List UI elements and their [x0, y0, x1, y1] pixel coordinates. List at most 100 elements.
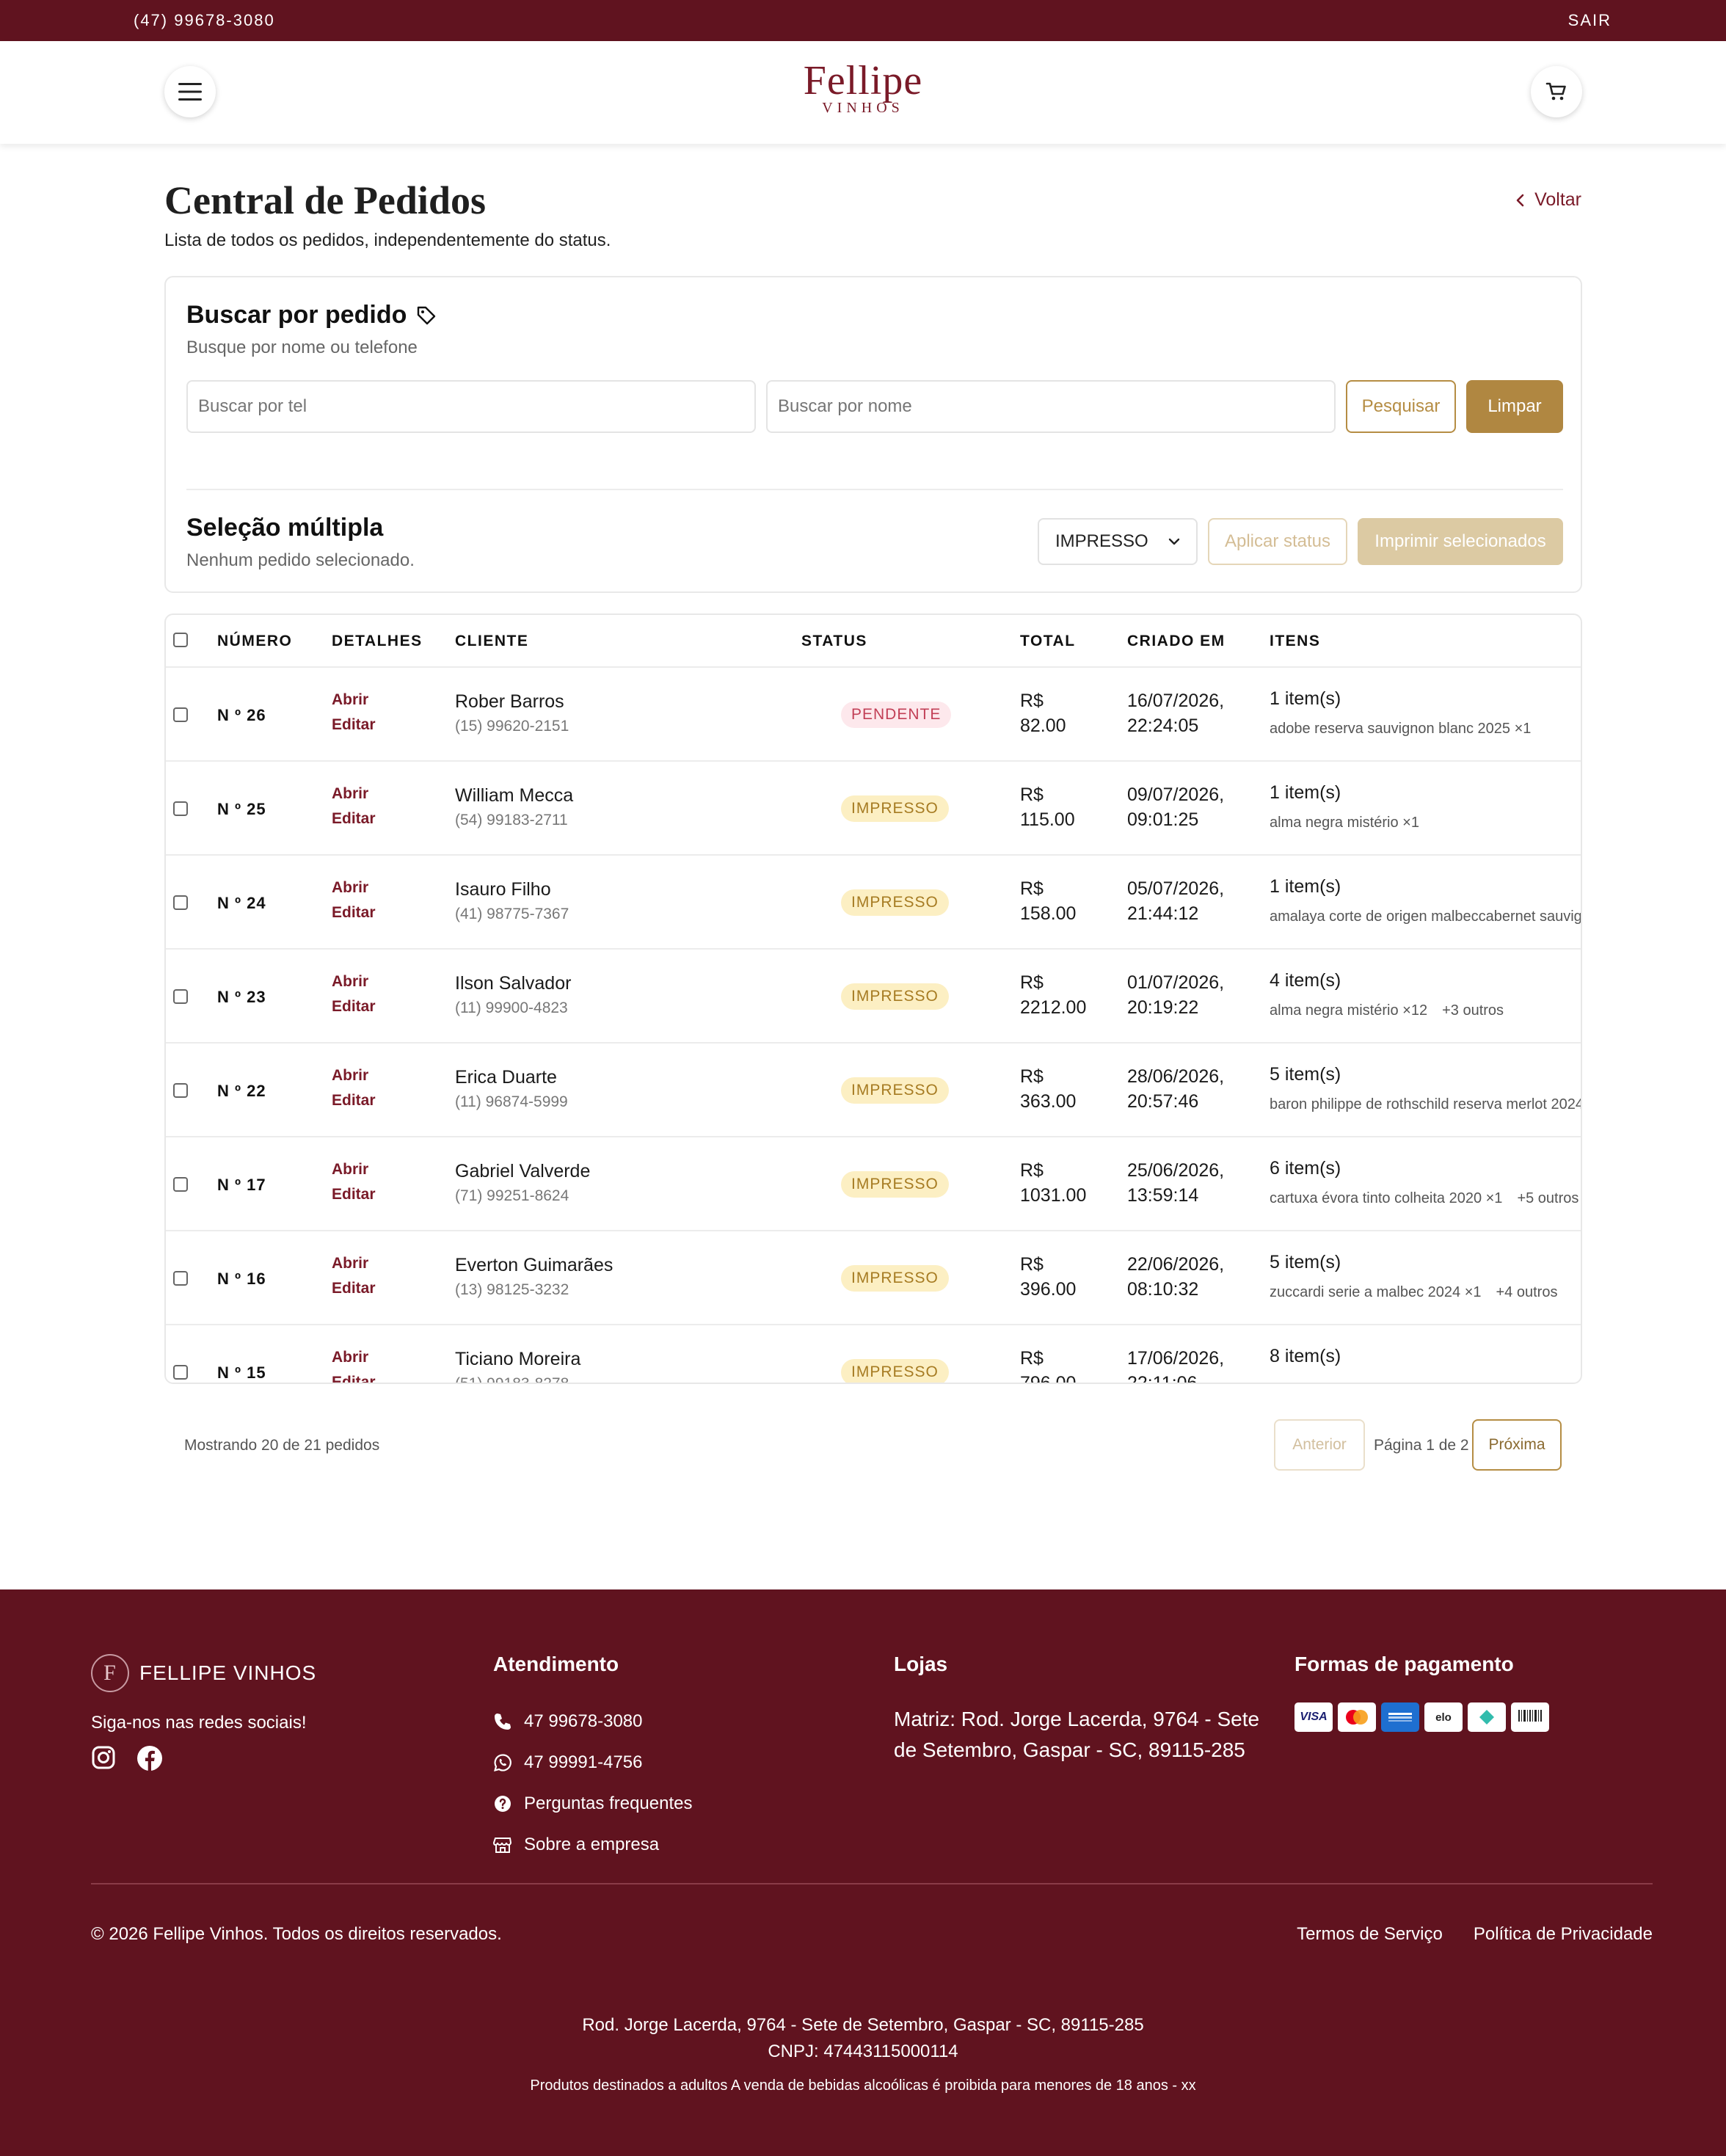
created-date: 05/07/2026,	[1127, 878, 1225, 899]
total-value: 396.00	[1020, 1279, 1077, 1300]
edit-order-link[interactable]: Editar	[332, 1374, 376, 1383]
privacy-link[interactable]: Política de Privacidade	[1474, 1924, 1653, 1945]
item-count: 8 item(s)	[1270, 1346, 1341, 1366]
status-badge: IMPRESSO	[841, 1077, 949, 1104]
created-time: 22:11:06	[1127, 1373, 1198, 1384]
edit-order-link[interactable]: Editar	[332, 1280, 376, 1297]
status-select-value: IMPRESSO	[1055, 531, 1148, 551]
page-title: Central de Pedidos	[164, 178, 486, 222]
edit-order-link[interactable]: Editar	[332, 716, 376, 734]
edit-order-link[interactable]: Editar	[332, 1186, 376, 1203]
row-checkbox[interactable]	[173, 1271, 188, 1286]
select-all-checkbox[interactable]	[173, 633, 188, 647]
client-name: Rober Barros	[455, 691, 564, 712]
search-title-text: Buscar por pedido	[186, 301, 407, 329]
client-name: Isauro Filho	[455, 879, 551, 900]
search-button[interactable]: Pesquisar	[1346, 380, 1456, 433]
row-checkbox[interactable]	[173, 1177, 188, 1192]
client-name: Ilson Salvador	[455, 973, 572, 994]
service-about[interactable]: Sobre a empresa	[493, 1824, 693, 1865]
client-name: Erica Duarte	[455, 1067, 557, 1088]
multi-select-title: Seleção múltipla	[186, 514, 384, 542]
item-first: zuccardi serie a malbec 2024 ×1	[1270, 1284, 1482, 1300]
phone-search-input[interactable]	[186, 380, 756, 433]
row-checkbox[interactable]	[173, 1083, 188, 1098]
created-time: 09:01:25	[1127, 809, 1199, 830]
print-selected-button[interactable]: Imprimir selecionados	[1358, 518, 1563, 565]
logout-link[interactable]: SAIR	[1568, 11, 1612, 30]
previous-page-button[interactable]: Anterior	[1274, 1419, 1365, 1471]
payment-title: Formas de pagamento	[1294, 1653, 1514, 1675]
apply-status-button[interactable]: Aplicar status	[1208, 518, 1347, 565]
created-date: 28/06/2026,	[1127, 1066, 1225, 1087]
item-first: adobe reserva sauvignon blanc 2025 ×1	[1270, 721, 1532, 737]
service-phone[interactable]: 47 99678-3080	[493, 1701, 693, 1742]
elo-label: elo	[1435, 1711, 1452, 1724]
open-order-link[interactable]: Abrir	[332, 785, 368, 803]
header-total: TOTAL	[1020, 633, 1076, 649]
order-number: N º 23	[217, 988, 266, 1006]
elo-icon: elo	[1424, 1702, 1463, 1732]
back-link[interactable]: Voltar	[1515, 189, 1581, 211]
topbar-phone: (47) 99678-3080	[134, 11, 275, 29]
footer-brand[interactable]: F FELLIPE VINHOS	[91, 1654, 316, 1692]
terms-link[interactable]: Termos de Serviço	[1297, 1924, 1443, 1945]
service-title: Atendimento	[493, 1653, 619, 1675]
phone-icon	[495, 1713, 511, 1730]
table-row: N º 25 Abrir Editar William Mecca (54) 99183…	[166, 762, 1581, 856]
menu-icon	[178, 83, 202, 101]
item-count: 5 item(s)	[1270, 1064, 1341, 1085]
tag-icon	[418, 306, 436, 324]
order-number: N º 17	[217, 1176, 266, 1194]
order-total: R$ 396.00	[1020, 1252, 1076, 1302]
service-whatsapp[interactable]: 47 99991-4756	[493, 1742, 693, 1783]
service-faq[interactable]: Perguntas frequentes	[493, 1783, 693, 1824]
open-order-link[interactable]: Abrir	[332, 1255, 368, 1272]
row-checkbox[interactable]	[173, 707, 188, 722]
client-phone: (15) 99620-2151	[455, 718, 569, 735]
edit-order-link[interactable]: Editar	[332, 904, 376, 922]
order-total: R$ 158.00	[1020, 876, 1076, 926]
facebook-icon[interactable]	[136, 1745, 163, 1771]
open-order-link[interactable]: Abrir	[332, 1161, 368, 1179]
item-more: +3 outros	[1442, 1002, 1504, 1019]
item-count: 6 item(s)	[1270, 1158, 1341, 1179]
order-created: 28/06/2026, 20:57:46	[1127, 1064, 1224, 1114]
instagram-icon[interactable]	[91, 1745, 116, 1770]
edit-order-link[interactable]: Editar	[332, 1092, 376, 1110]
row-checkbox[interactable]	[173, 989, 188, 1004]
total-value: 2212.00	[1020, 997, 1087, 1018]
item-first: cartuxa évora tinto colheita 2020 ×1	[1270, 1190, 1503, 1206]
created-time: 21:44:12	[1127, 903, 1199, 924]
open-order-link[interactable]: Abrir	[332, 973, 368, 991]
mastercard-icon	[1338, 1702, 1376, 1732]
status-badge: PENDENTE	[841, 702, 952, 728]
created-date: 01/07/2026,	[1127, 972, 1225, 993]
top-bar: (47) 99678-3080 SAIR	[0, 0, 1726, 41]
row-checkbox[interactable]	[173, 895, 188, 910]
multi-select-hint: Nenhum pedido selecionado.	[186, 550, 415, 570]
clear-button[interactable]: Limpar	[1466, 380, 1563, 433]
site-logo[interactable]: Fellipe VINHOS	[790, 59, 936, 117]
open-order-link[interactable]: Abrir	[332, 1067, 368, 1085]
header-details: DETALHES	[332, 633, 423, 649]
page-subtitle: Lista de todos os pedidos, independentem…	[164, 230, 611, 250]
order-created: 17/06/2026, 22:11:06	[1127, 1346, 1224, 1384]
next-page-button[interactable]: Próxima	[1472, 1419, 1562, 1471]
open-order-link[interactable]: Abrir	[332, 691, 368, 709]
cart-button[interactable]	[1531, 66, 1582, 117]
edit-order-link[interactable]: Editar	[332, 810, 376, 828]
row-checkbox[interactable]	[173, 1365, 188, 1380]
name-search-input[interactable]	[766, 380, 1336, 433]
edit-order-link[interactable]: Editar	[332, 998, 376, 1016]
pix-icon	[1468, 1702, 1506, 1732]
footer-notice: Produtos destinados a adultos A venda de…	[530, 2077, 1196, 2094]
open-order-link[interactable]: Abrir	[332, 1349, 368, 1366]
status-select[interactable]: IMPRESSO	[1038, 518, 1198, 565]
menu-button[interactable]	[164, 66, 216, 117]
status-badge: IMPRESSO	[841, 1359, 949, 1383]
row-checkbox[interactable]	[173, 801, 188, 816]
site-footer: F FELLIPE VINHOS Siga-nos nas redes soci…	[0, 1589, 1726, 2156]
open-order-link[interactable]: Abrir	[332, 879, 368, 897]
client-phone: (13) 98125-3232	[455, 1281, 569, 1298]
